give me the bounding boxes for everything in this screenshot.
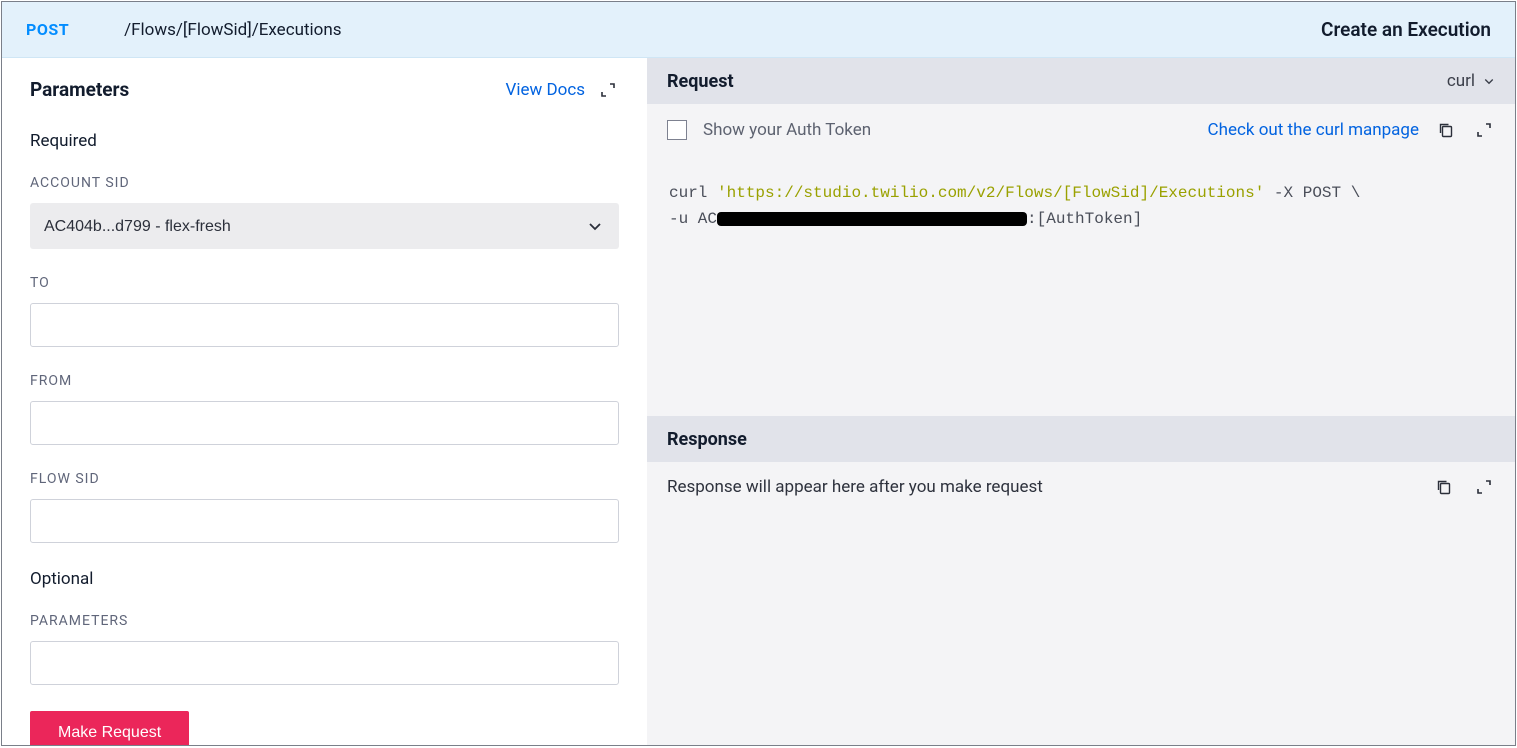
request-response-panel: Request curl Show your Auth Token Check … bbox=[647, 58, 1515, 745]
account-sid-select[interactable]: AC404b...d799 - flex-fresh bbox=[30, 203, 619, 249]
response-heading: Response bbox=[667, 429, 747, 450]
http-method: POST bbox=[26, 20, 69, 39]
required-group-label: Required bbox=[30, 131, 619, 151]
header-bar: POST /Flows/[FlowSid]/Executions Create … bbox=[2, 2, 1515, 58]
language-selected: curl bbox=[1447, 71, 1475, 91]
copy-icon[interactable] bbox=[1435, 119, 1457, 141]
make-request-button[interactable]: Make Request bbox=[30, 711, 189, 745]
expand-icon[interactable] bbox=[1473, 119, 1495, 141]
flow-sid-input[interactable] bbox=[30, 499, 619, 543]
view-docs-link[interactable]: View Docs bbox=[506, 80, 586, 100]
request-code-block: curl 'https://studio.twilio.com/v2/Flows… bbox=[647, 156, 1515, 416]
redacted-credential bbox=[717, 212, 1027, 226]
page-title: Create an Execution bbox=[1321, 18, 1491, 41]
from-label: FROM bbox=[30, 373, 619, 389]
flow-sid-label: FLOW SID bbox=[30, 471, 619, 487]
parameters-heading: Parameters bbox=[30, 78, 129, 101]
curl-manpage-link[interactable]: Check out the curl manpage bbox=[1208, 120, 1419, 140]
account-sid-label: ACCOUNT SID bbox=[30, 175, 619, 191]
request-heading: Request bbox=[667, 71, 734, 92]
to-label: TO bbox=[30, 275, 619, 291]
parameters-label: PARAMETERS bbox=[30, 613, 619, 629]
endpoint-path: /Flows/[FlowSid]/Executions bbox=[124, 20, 341, 40]
show-auth-checkbox[interactable] bbox=[667, 120, 687, 140]
show-auth-label: Show your Auth Token bbox=[703, 120, 871, 140]
chevron-down-icon bbox=[1483, 75, 1495, 87]
parameters-input[interactable] bbox=[30, 641, 619, 685]
copy-icon[interactable] bbox=[1433, 476, 1455, 498]
expand-icon[interactable] bbox=[597, 79, 619, 101]
to-input[interactable] bbox=[30, 303, 619, 347]
expand-icon[interactable] bbox=[1473, 476, 1495, 498]
optional-group-label: Optional bbox=[30, 569, 619, 589]
language-dropdown[interactable]: curl bbox=[1447, 71, 1495, 91]
parameters-panel: Parameters View Docs Required ACCOUNT SI… bbox=[2, 58, 647, 745]
response-placeholder-text: Response will appear here after you make… bbox=[667, 477, 1417, 497]
from-input[interactable] bbox=[30, 401, 619, 445]
